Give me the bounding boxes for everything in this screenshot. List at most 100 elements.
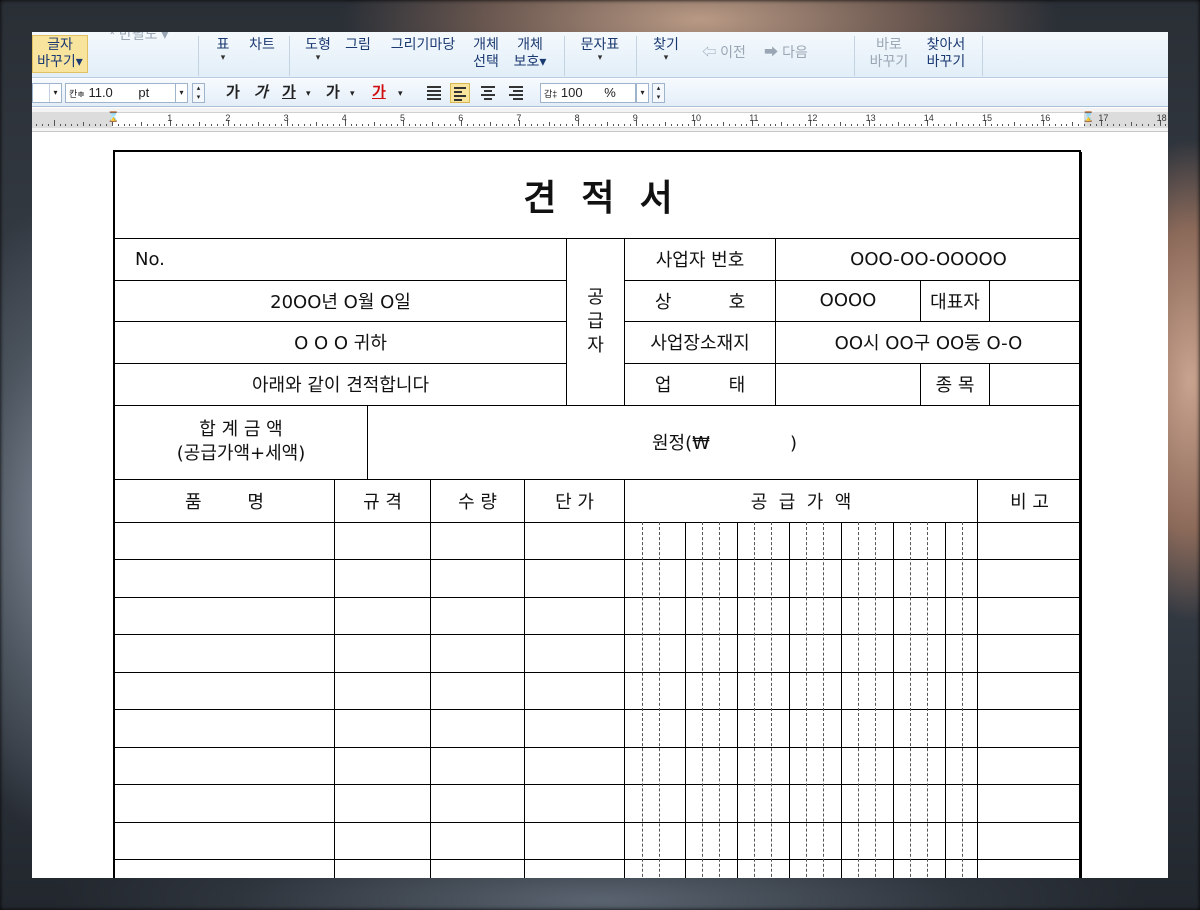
ruler-tick [472, 124, 474, 126]
right-arrow-icon: ➡ [764, 44, 779, 60]
right-indent-marker[interactable]: ⌛ [1082, 112, 1094, 123]
find-button[interactable]: 찾기 ▾ [646, 36, 686, 62]
total-label-line1: 합 계 금 액 [199, 419, 283, 440]
item-type-value[interactable] [990, 363, 1080, 405]
ruler-tick [1002, 124, 1004, 126]
next-button[interactable]: ➡ 다음 [756, 44, 816, 61]
char-spacing-value[interactable]: 100 [561, 85, 583, 100]
ruler-tick [484, 124, 486, 126]
italic-button[interactable]: 가 [254, 83, 268, 103]
ruler-tick [554, 124, 556, 126]
drawing-market-button[interactable]: 그리기마당 [382, 36, 464, 53]
recipient-field[interactable]: O O O 귀하 [115, 321, 566, 363]
no-label[interactable]: No. [135, 238, 335, 280]
ruler-tick [426, 124, 428, 126]
horizontal-ruler[interactable]: ⌛ ⌛ 1 2 3 4 5 6 7 8 9 10 11 12 13 14 15 16 17 18 [32, 108, 1168, 132]
column-header-remarks: 비 고 [1010, 491, 1049, 513]
ruler-tick [851, 124, 853, 126]
ruler-tick [274, 124, 276, 126]
table-label: 표 [216, 36, 230, 52]
char-spacing-spinner[interactable]: ▴ ▾ [652, 83, 665, 103]
underline-button[interactable]: 가 [282, 83, 296, 103]
chart-button[interactable]: 차트 [244, 36, 280, 53]
ruler-tick [758, 124, 760, 126]
ruler-tick [298, 124, 300, 126]
total-label-line2: (공급가액+세액) [176, 443, 306, 464]
align-right-icon[interactable] [506, 83, 526, 103]
document-title[interactable]: 견 적 서 [115, 152, 1081, 238]
column-header-unit-price: 단 가 [555, 491, 594, 513]
item-type-label: 종 목 [935, 375, 975, 396]
quick-replace-label: 바로 [876, 36, 902, 52]
layout-button[interactable]: * 반필노 ▾ [94, 32, 184, 43]
ruler-tick [338, 124, 340, 126]
find-replace-button[interactable]: 찾아서 바꾸기 [918, 36, 974, 70]
column-header-spec: 규 격 [363, 491, 402, 513]
ruler-tick [775, 124, 777, 126]
ruler-tick [280, 124, 282, 126]
company-label: 상 호 [654, 291, 746, 313]
select-object-button[interactable]: 개체 선택 [466, 36, 506, 70]
ribbon-separator [564, 36, 565, 76]
char-spacing-unit: % [604, 85, 616, 100]
ruler-tick [507, 124, 509, 126]
ruler-tick [659, 124, 661, 126]
total-amount-value[interactable]: 원정(₩ ) [368, 405, 1081, 479]
char-spacing-dropdown[interactable]: ▾ [636, 83, 649, 103]
chevron-down-icon[interactable]: ▾ [306, 83, 311, 103]
table-line [115, 634, 1081, 635]
ruler-tick [385, 124, 387, 126]
font-size-combo[interactable]: 칸≑ 11.0 pt [65, 83, 187, 103]
amount-digit-line [789, 522, 790, 878]
ruler-tick [589, 124, 591, 126]
font-unit: pt [138, 85, 150, 100]
char-spacing-combo[interactable]: 갑‡ 100 % [540, 83, 636, 103]
estimate-form: 견 적 서 No. 20OO년 O월 O일 O O O 귀하 아래와 같이 견적… [113, 150, 1082, 878]
prev-button[interactable]: ⇦ 이전 [694, 44, 754, 61]
company-value[interactable]: OOOO [776, 280, 920, 321]
quick-replace-button[interactable]: 바로 바꾸기 [864, 36, 914, 70]
ruler-tick [53, 120, 55, 126]
protect-object-button[interactable]: 개체 보호▾ [508, 36, 552, 70]
ruler-tick [1147, 124, 1149, 126]
align-left-icon[interactable] [450, 83, 470, 103]
amount-digit-line [771, 522, 772, 878]
shape-button[interactable]: 도형 ▾ [300, 36, 336, 62]
date-field[interactable]: 20OO년 O월 O일 [115, 280, 566, 321]
picture-label: 그림 [345, 36, 371, 52]
table-line [115, 597, 1081, 598]
ruler-tick [571, 124, 573, 126]
text-color-button[interactable]: 가 [372, 83, 386, 103]
align-center-icon[interactable] [478, 83, 498, 103]
picture-button[interactable]: 그림 [340, 36, 376, 53]
outline-button[interactable]: 가 [326, 83, 340, 103]
table-line [624, 479, 625, 878]
bold-button[interactable]: 가 [226, 83, 240, 103]
char-replace-button[interactable]: 글자 바꾸기▾ [32, 35, 88, 73]
ruler-tick [432, 122, 434, 126]
char-map-button[interactable]: 문자표 ▾ [574, 36, 626, 62]
chevron-down-icon: ▾ [597, 52, 603, 62]
font-size-dropdown[interactable]: ▾ [175, 83, 188, 103]
ruler-tick [1089, 124, 1091, 126]
ruler-tick [653, 124, 655, 126]
ruler-number: 8 [574, 113, 580, 123]
font-size-spinner[interactable]: ▴ ▾ [192, 83, 205, 103]
font-size-value[interactable]: 11.0 [88, 85, 112, 100]
intro-text[interactable]: 아래와 같이 견적합니다 [115, 363, 566, 405]
align-justify-icon[interactable] [424, 83, 444, 103]
style-combo[interactable]: ▾ [32, 83, 62, 103]
ruler-tick [938, 124, 940, 126]
business-type-value[interactable] [776, 363, 920, 405]
address-value[interactable]: OO시 OO구 OO동 O-O [776, 321, 1081, 363]
find-replace-label2: 바꾸기 [926, 53, 966, 69]
ruler-tick [1031, 124, 1033, 126]
ruler-tick [833, 124, 835, 126]
ceo-value[interactable] [990, 280, 1080, 321]
chevron-down-icon[interactable]: ▾ [398, 83, 403, 103]
ruler-tick [193, 124, 195, 126]
biz-number-value[interactable]: OOO-OO-OOOOO [776, 238, 1081, 280]
table-button[interactable]: 표 ▾ [212, 36, 234, 62]
left-indent-marker[interactable]: ⌛ [107, 112, 119, 123]
chevron-down-icon[interactable]: ▾ [350, 83, 355, 103]
